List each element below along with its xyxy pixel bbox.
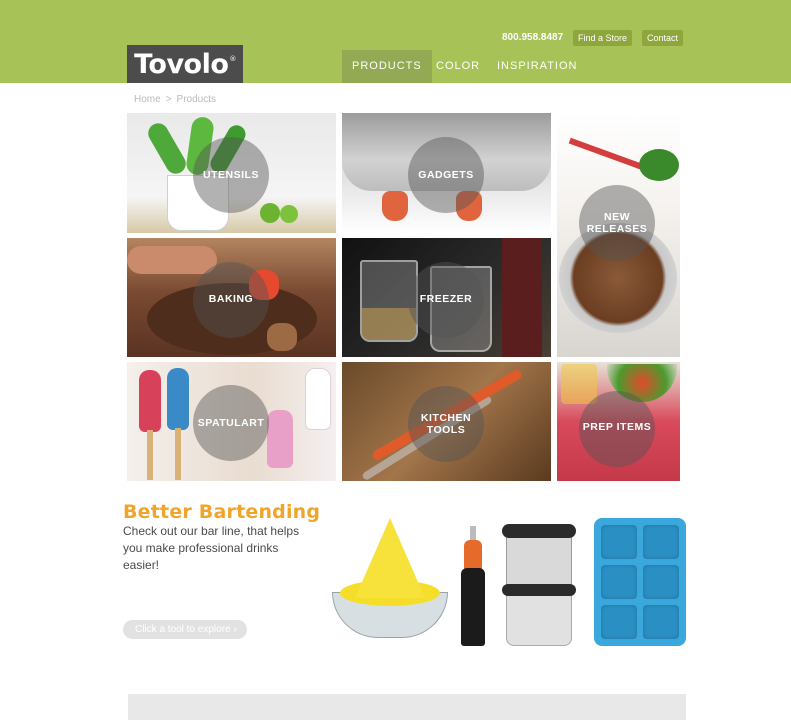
lime-photo bbox=[260, 203, 280, 223]
explore-button[interactable]: Click a tool to explore › bbox=[123, 620, 247, 639]
category-tile-freezer[interactable]: FREEZER bbox=[342, 238, 551, 357]
brand-name: Tovolo bbox=[134, 48, 229, 80]
category-label-line1: KITCHEN bbox=[420, 412, 472, 424]
bartending-title: Better Bartending bbox=[123, 501, 321, 523]
category-label: GADGETS bbox=[418, 169, 474, 181]
tray-cell bbox=[601, 605, 637, 639]
site-header: Tovolo ® 800.958.8487 Find a Store Contac… bbox=[0, 0, 791, 83]
lime-photo bbox=[280, 205, 298, 223]
phone-number: 800.958.8487 bbox=[502, 32, 564, 43]
contact-button[interactable]: Contact bbox=[642, 30, 684, 46]
category-label: NEW RELEASES bbox=[579, 211, 655, 235]
product-ice-tray[interactable] bbox=[594, 518, 686, 646]
jar-photo bbox=[561, 364, 597, 404]
category-tile-baking[interactable]: BAKING bbox=[127, 238, 336, 357]
pourer-body bbox=[461, 568, 485, 646]
category-label: FREEZER bbox=[419, 293, 473, 305]
hand-photo bbox=[127, 246, 217, 274]
find-store-button[interactable]: Find a Store bbox=[573, 30, 633, 46]
sphere-ice-mold-icon bbox=[506, 536, 572, 586]
tray-cell bbox=[643, 565, 679, 599]
category-label-line1: NEW bbox=[604, 211, 630, 223]
herb-photo bbox=[639, 149, 679, 181]
whisky-photo bbox=[362, 308, 416, 340]
tray-cell bbox=[643, 525, 679, 559]
bartending-description: Check out our bar line, that helps you m… bbox=[123, 524, 300, 572]
nav-color[interactable]: COLOR bbox=[426, 50, 490, 83]
spatula-photo bbox=[167, 368, 189, 430]
ice-mold-band bbox=[502, 584, 576, 596]
category-tile-utensils[interactable]: UTENSILS bbox=[127, 113, 336, 233]
category-tile-kitchen-tools[interactable]: KITCHEN TOOLS bbox=[342, 362, 551, 481]
footer-panel bbox=[128, 694, 686, 720]
tovolo-logo[interactable]: Tovolo ® bbox=[127, 45, 243, 83]
spatula-handle-photo bbox=[175, 428, 181, 480]
king-cube-tray-icon bbox=[601, 525, 637, 559]
explore-label: Click a tool to explore bbox=[135, 624, 231, 635]
breadcrumb-separator: > bbox=[165, 94, 172, 105]
category-label: UTENSILS bbox=[203, 169, 259, 181]
category-label: SPATULART bbox=[197, 417, 265, 429]
breadcrumb-home[interactable]: Home bbox=[134, 94, 161, 105]
category-tile-new-releases[interactable]: NEW RELEASES bbox=[557, 113, 680, 357]
bottle-photo bbox=[502, 238, 542, 357]
bottle-pourer-icon bbox=[464, 540, 482, 570]
cookie-photo bbox=[267, 323, 297, 351]
category-tile-spatulart[interactable]: SPATULART bbox=[127, 362, 336, 481]
ice-mold-lid bbox=[502, 524, 576, 538]
category-label: BAKING bbox=[208, 293, 254, 305]
juicer-cone bbox=[355, 518, 425, 598]
pan-foot-photo bbox=[382, 191, 408, 221]
registered-mark: ® bbox=[229, 55, 236, 63]
nav-inspiration[interactable]: INSPIRATION bbox=[487, 50, 587, 83]
breadcrumb-current: Products bbox=[176, 94, 216, 105]
category-label-line2: RELEASES bbox=[586, 223, 648, 235]
breadcrumb: Home > Products bbox=[134, 94, 216, 105]
chevron-right-icon: › bbox=[233, 624, 237, 635]
nav-products[interactable]: PRODUCTS bbox=[342, 50, 432, 83]
utensil-photo bbox=[144, 119, 190, 178]
spatula-photo bbox=[139, 370, 161, 432]
ice-mold-bottom bbox=[506, 594, 572, 646]
tray-cell bbox=[601, 565, 637, 599]
category-label: KITCHEN TOOLS bbox=[408, 412, 484, 436]
spatula-photo bbox=[267, 410, 293, 468]
category-tile-prep-items[interactable]: PREP ITEMS bbox=[557, 362, 680, 481]
category-tile-gadgets[interactable]: GADGETS bbox=[342, 113, 551, 233]
category-label-line2: TOOLS bbox=[426, 424, 466, 436]
spatula-handle-photo bbox=[147, 430, 153, 480]
category-label: PREP ITEMS bbox=[582, 421, 652, 433]
tray-cell bbox=[643, 605, 679, 639]
spatula-photo bbox=[305, 368, 331, 430]
